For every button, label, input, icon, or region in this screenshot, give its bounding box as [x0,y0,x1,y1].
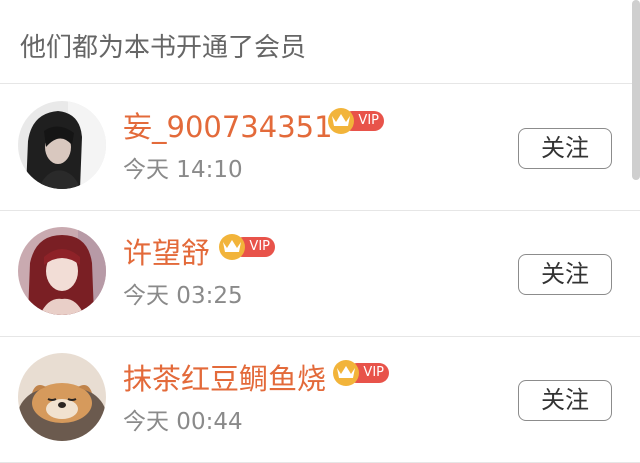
crown-icon [219,234,245,260]
avatar-dark-hair-woman-icon [18,101,106,189]
list-item: 妄_900734351 VIP 今天 14:10 关注 [0,85,640,211]
section-header: 他们都为本书开通了会员 [0,0,640,84]
member-name[interactable]: 抹茶红豆鲷鱼烧 [123,361,326,397]
member-name[interactable]: 妄_900734351 [123,109,333,145]
avatar[interactable] [18,353,106,441]
member-list: 妄_900734351 VIP 今天 14:10 关注 许望舒 VIP 今天 0… [0,85,640,463]
vip-badge: VIP [333,360,389,386]
join-time: 今天 14:10 [123,157,243,183]
vip-badge: VIP [328,108,384,134]
follow-button[interactable]: 关注 [518,128,612,169]
join-time: 今天 00:44 [123,409,243,435]
section-title: 他们都为本书开通了会员 [20,33,307,63]
crown-icon [328,108,354,134]
join-time: 今天 03:25 [123,283,243,309]
avatar-red-hair-woman-icon [18,227,106,315]
scrollbar[interactable] [632,0,640,180]
list-item: 抹茶红豆鲷鱼烧 VIP 今天 00:44 关注 [0,337,640,463]
crown-icon [333,360,359,386]
vip-badge: VIP [219,234,275,260]
avatar[interactable] [18,101,106,189]
follow-button[interactable]: 关注 [518,254,612,295]
avatar[interactable] [18,227,106,315]
list-item: 许望舒 VIP 今天 03:25 关注 [0,211,640,337]
follow-button[interactable]: 关注 [518,380,612,421]
avatar-sleeping-dog-icon [18,353,106,441]
member-name[interactable]: 许望舒 [123,235,210,271]
